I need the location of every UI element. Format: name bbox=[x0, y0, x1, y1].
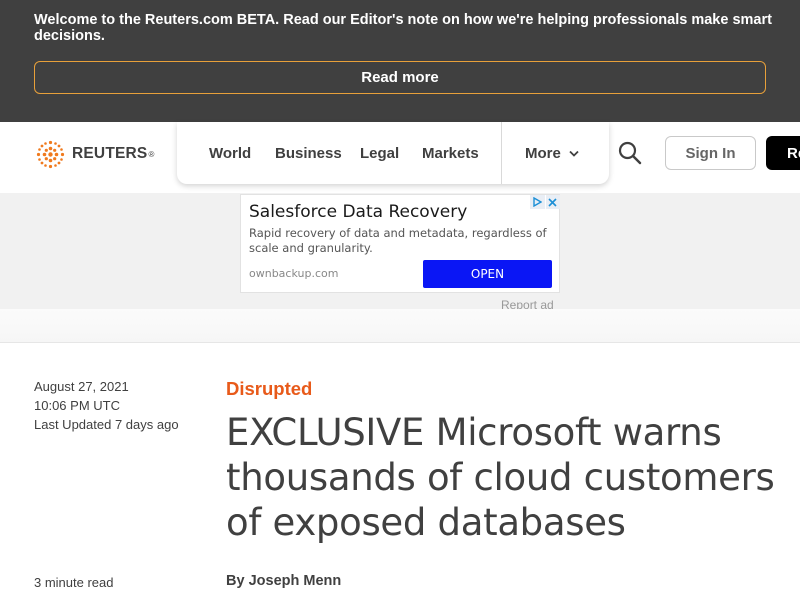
ad-choices-icon[interactable] bbox=[530, 195, 545, 209]
advertisement[interactable]: Salesforce Data Recovery Rapid recovery … bbox=[240, 194, 560, 293]
nav-item-legal[interactable]: Legal bbox=[360, 122, 399, 184]
chevron-down-icon bbox=[569, 150, 579, 157]
logo-registered-mark: ® bbox=[148, 149, 155, 159]
ad-choices[interactable] bbox=[529, 195, 560, 209]
main-nav: World Business Legal Markets More bbox=[177, 122, 609, 184]
ad-spacer bbox=[0, 309, 800, 343]
article-section-link[interactable]: Disrupted bbox=[226, 378, 312, 400]
sign-in-button[interactable]: Sign In bbox=[665, 136, 756, 170]
search-button[interactable] bbox=[616, 139, 644, 167]
reuters-logo[interactable]: REUTERS ® bbox=[34, 138, 154, 170]
ad-description: Rapid recovery of data and metadata, reg… bbox=[249, 226, 547, 255]
byline: By Joseph Menn bbox=[226, 573, 341, 589]
author-link[interactable]: Joseph Menn bbox=[249, 573, 342, 589]
article-date: August 27, 2021 bbox=[34, 379, 129, 394]
beta-banner: Welcome to the Reuters.com BETA. Read ou… bbox=[0, 0, 800, 122]
ad-title[interactable]: Salesforce Data Recovery bbox=[249, 202, 467, 222]
reuters-logo-icon bbox=[36, 140, 65, 168]
beta-banner-message: Welcome to the Reuters.com BETA. Read ou… bbox=[34, 12, 772, 44]
logo-wordmark: REUTERS bbox=[72, 145, 148, 162]
nav-item-more[interactable]: More bbox=[525, 122, 579, 184]
search-icon bbox=[618, 141, 642, 165]
nav-item-world[interactable]: World bbox=[209, 122, 251, 184]
ad-domain[interactable]: ownbackup.com bbox=[249, 267, 338, 280]
nav-item-markets[interactable]: Markets bbox=[422, 122, 479, 184]
article-last-updated: Last Updated 7 days ago bbox=[34, 417, 179, 432]
divider bbox=[0, 342, 800, 343]
register-button[interactable]: Register bbox=[766, 136, 800, 170]
byline-prefix: By bbox=[226, 573, 245, 589]
read-more-button[interactable]: Read more bbox=[34, 61, 766, 94]
close-icon[interactable] bbox=[545, 195, 560, 209]
ad-open-button[interactable]: OPEN bbox=[423, 260, 552, 288]
nav-more-label: More bbox=[525, 144, 561, 162]
article-headline: EXCLUSIVE Microsoft warns thousands of c… bbox=[226, 411, 775, 544]
nav-item-business[interactable]: Business bbox=[275, 122, 342, 184]
article-time: 10:06 PM UTC bbox=[34, 398, 120, 413]
nav-divider bbox=[501, 122, 502, 184]
read-time: 3 minute read bbox=[34, 575, 114, 590]
